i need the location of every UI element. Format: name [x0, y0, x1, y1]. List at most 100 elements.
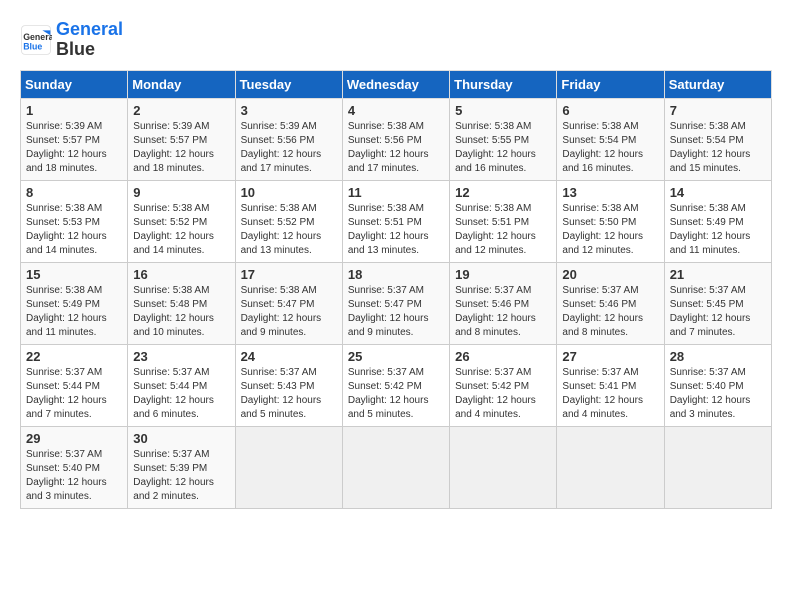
day-info: Sunrise: 5:37 AM Sunset: 5:42 PM Dayligh…: [348, 366, 444, 422]
day-info: Sunrise: 5:38 AM Sunset: 5:52 PM Dayligh…: [133, 202, 229, 258]
day-info: Sunrise: 5:38 AM Sunset: 5:54 PM Dayligh…: [562, 120, 658, 176]
calendar-cell: 13 Sunrise: 5:38 AM Sunset: 5:50 PM Dayli…: [557, 180, 664, 262]
day-info: Sunrise: 5:38 AM Sunset: 5:49 PM Dayligh…: [670, 202, 766, 258]
day-number: 24: [241, 349, 337, 364]
day-info: Sunrise: 5:37 AM Sunset: 5:41 PM Dayligh…: [562, 366, 658, 422]
calendar-cell: 23 Sunrise: 5:37 AM Sunset: 5:44 PM Dayli…: [128, 344, 235, 426]
day-info: Sunrise: 5:37 AM Sunset: 5:43 PM Dayligh…: [241, 366, 337, 422]
day-info: Sunrise: 5:38 AM Sunset: 5:51 PM Dayligh…: [348, 202, 444, 258]
svg-text:Blue: Blue: [23, 41, 42, 51]
day-number: 13: [562, 185, 658, 200]
day-number: 28: [670, 349, 766, 364]
day-info: Sunrise: 5:38 AM Sunset: 5:49 PM Dayligh…: [26, 284, 122, 340]
calendar-cell: 19 Sunrise: 5:37 AM Sunset: 5:46 PM Dayli…: [450, 262, 557, 344]
calendar-cell: 28 Sunrise: 5:37 AM Sunset: 5:40 PM Dayli…: [664, 344, 771, 426]
calendar-cell: 1 Sunrise: 5:39 AM Sunset: 5:57 PM Daylig…: [21, 98, 128, 180]
day-number: 6: [562, 103, 658, 118]
calendar-cell: 6 Sunrise: 5:38 AM Sunset: 5:54 PM Daylig…: [557, 98, 664, 180]
day-number: 18: [348, 267, 444, 282]
day-number: 4: [348, 103, 444, 118]
day-info: Sunrise: 5:37 AM Sunset: 5:46 PM Dayligh…: [455, 284, 551, 340]
day-info: Sunrise: 5:38 AM Sunset: 5:56 PM Dayligh…: [348, 120, 444, 176]
day-number: 22: [26, 349, 122, 364]
day-info: Sunrise: 5:38 AM Sunset: 5:48 PM Dayligh…: [133, 284, 229, 340]
day-number: 2: [133, 103, 229, 118]
day-info: Sunrise: 5:37 AM Sunset: 5:46 PM Dayligh…: [562, 284, 658, 340]
calendar-cell: [450, 426, 557, 508]
day-number: 26: [455, 349, 551, 364]
day-number: 8: [26, 185, 122, 200]
day-number: 19: [455, 267, 551, 282]
calendar-cell: 9Sunrise: 5:38 AM Sunset: 5:52 PM Daylig…: [128, 180, 235, 262]
day-info: Sunrise: 5:39 AM Sunset: 5:56 PM Dayligh…: [241, 120, 337, 176]
calendar-cell: 7 Sunrise: 5:38 AM Sunset: 5:54 PM Daylig…: [664, 98, 771, 180]
calendar-cell: 16 Sunrise: 5:38 AM Sunset: 5:48 PM Dayli…: [128, 262, 235, 344]
day-info: Sunrise: 5:38 AM Sunset: 5:50 PM Dayligh…: [562, 202, 658, 258]
day-info: Sunrise: 5:37 AM Sunset: 5:44 PM Dayligh…: [26, 366, 122, 422]
day-number: 25: [348, 349, 444, 364]
calendar-cell: [557, 426, 664, 508]
logo-text: GeneralBlue: [56, 20, 123, 60]
day-number: 11: [348, 185, 444, 200]
day-number: 30: [133, 431, 229, 446]
calendar-cell: 4 Sunrise: 5:38 AM Sunset: 5:56 PM Daylig…: [342, 98, 449, 180]
day-info: Sunrise: 5:38 AM Sunset: 5:55 PM Dayligh…: [455, 120, 551, 176]
day-number: 29: [26, 431, 122, 446]
calendar-cell: 22 Sunrise: 5:37 AM Sunset: 5:44 PM Dayli…: [21, 344, 128, 426]
calendar-cell: 26 Sunrise: 5:37 AM Sunset: 5:42 PM Dayli…: [450, 344, 557, 426]
calendar-cell: 14 Sunrise: 5:38 AM Sunset: 5:49 PM Dayli…: [664, 180, 771, 262]
day-number: 7: [670, 103, 766, 118]
calendar-cell: 8 Sunrise: 5:38 AM Sunset: 5:53 PM Daylig…: [21, 180, 128, 262]
day-info: Sunrise: 5:37 AM Sunset: 5:45 PM Dayligh…: [670, 284, 766, 340]
col-header-wednesday: Wednesday: [342, 70, 449, 98]
calendar-header: SundayMondayTuesdayWednesdayThursdayFrid…: [21, 70, 772, 98]
calendar-cell: [664, 426, 771, 508]
day-info: Sunrise: 5:37 AM Sunset: 5:47 PM Dayligh…: [348, 284, 444, 340]
day-info: Sunrise: 5:38 AM Sunset: 5:47 PM Dayligh…: [241, 284, 337, 340]
day-number: 21: [670, 267, 766, 282]
calendar-cell: 5Sunrise: 5:38 AM Sunset: 5:55 PM Daylig…: [450, 98, 557, 180]
col-header-tuesday: Tuesday: [235, 70, 342, 98]
header-row: SundayMondayTuesdayWednesdayThursdayFrid…: [21, 70, 772, 98]
week-row-5: 29Sunrise: 5:37 AM Sunset: 5:40 PM Dayli…: [21, 426, 772, 508]
week-row-4: 22 Sunrise: 5:37 AM Sunset: 5:44 PM Dayli…: [21, 344, 772, 426]
calendar-cell: [235, 426, 342, 508]
logo-icon: General Blue: [20, 24, 52, 56]
calendar-body: 1 Sunrise: 5:39 AM Sunset: 5:57 PM Daylig…: [21, 98, 772, 508]
day-number: 23: [133, 349, 229, 364]
day-info: Sunrise: 5:37 AM Sunset: 5:39 PM Dayligh…: [133, 448, 229, 504]
page-header: General Blue GeneralBlue: [20, 20, 772, 60]
week-row-3: 15 Sunrise: 5:38 AM Sunset: 5:49 PM Dayli…: [21, 262, 772, 344]
day-number: 1: [26, 103, 122, 118]
col-header-friday: Friday: [557, 70, 664, 98]
day-info: Sunrise: 5:39 AM Sunset: 5:57 PM Dayligh…: [133, 120, 229, 176]
day-info: Sunrise: 5:37 AM Sunset: 5:42 PM Dayligh…: [455, 366, 551, 422]
calendar-cell: 3 Sunrise: 5:39 AM Sunset: 5:56 PM Daylig…: [235, 98, 342, 180]
col-header-monday: Monday: [128, 70, 235, 98]
week-row-1: 1 Sunrise: 5:39 AM Sunset: 5:57 PM Daylig…: [21, 98, 772, 180]
day-info: Sunrise: 5:37 AM Sunset: 5:44 PM Dayligh…: [133, 366, 229, 422]
day-info: Sunrise: 5:37 AM Sunset: 5:40 PM Dayligh…: [670, 366, 766, 422]
day-number: 3: [241, 103, 337, 118]
calendar-cell: 2 Sunrise: 5:39 AM Sunset: 5:57 PM Daylig…: [128, 98, 235, 180]
calendar-cell: 30 Sunrise: 5:37 AM Sunset: 5:39 PM Dayli…: [128, 426, 235, 508]
calendar-cell: 15 Sunrise: 5:38 AM Sunset: 5:49 PM Dayli…: [21, 262, 128, 344]
day-number: 14: [670, 185, 766, 200]
calendar-cell: 25 Sunrise: 5:37 AM Sunset: 5:42 PM Dayli…: [342, 344, 449, 426]
day-info: Sunrise: 5:38 AM Sunset: 5:52 PM Dayligh…: [241, 202, 337, 258]
calendar-cell: 27 Sunrise: 5:37 AM Sunset: 5:41 PM Dayli…: [557, 344, 664, 426]
col-header-sunday: Sunday: [21, 70, 128, 98]
day-info: Sunrise: 5:39 AM Sunset: 5:57 PM Dayligh…: [26, 120, 122, 176]
week-row-2: 8 Sunrise: 5:38 AM Sunset: 5:53 PM Daylig…: [21, 180, 772, 262]
day-info: Sunrise: 5:38 AM Sunset: 5:54 PM Dayligh…: [670, 120, 766, 176]
calendar-cell: [342, 426, 449, 508]
day-number: 27: [562, 349, 658, 364]
col-header-saturday: Saturday: [664, 70, 771, 98]
day-info: Sunrise: 5:38 AM Sunset: 5:53 PM Dayligh…: [26, 202, 122, 258]
day-number: 16: [133, 267, 229, 282]
day-number: 20: [562, 267, 658, 282]
day-number: 15: [26, 267, 122, 282]
calendar-cell: 24 Sunrise: 5:37 AM Sunset: 5:43 PM Dayli…: [235, 344, 342, 426]
calendar-cell: 29Sunrise: 5:37 AM Sunset: 5:40 PM Dayli…: [21, 426, 128, 508]
calendar-cell: 20 Sunrise: 5:37 AM Sunset: 5:46 PM Dayli…: [557, 262, 664, 344]
